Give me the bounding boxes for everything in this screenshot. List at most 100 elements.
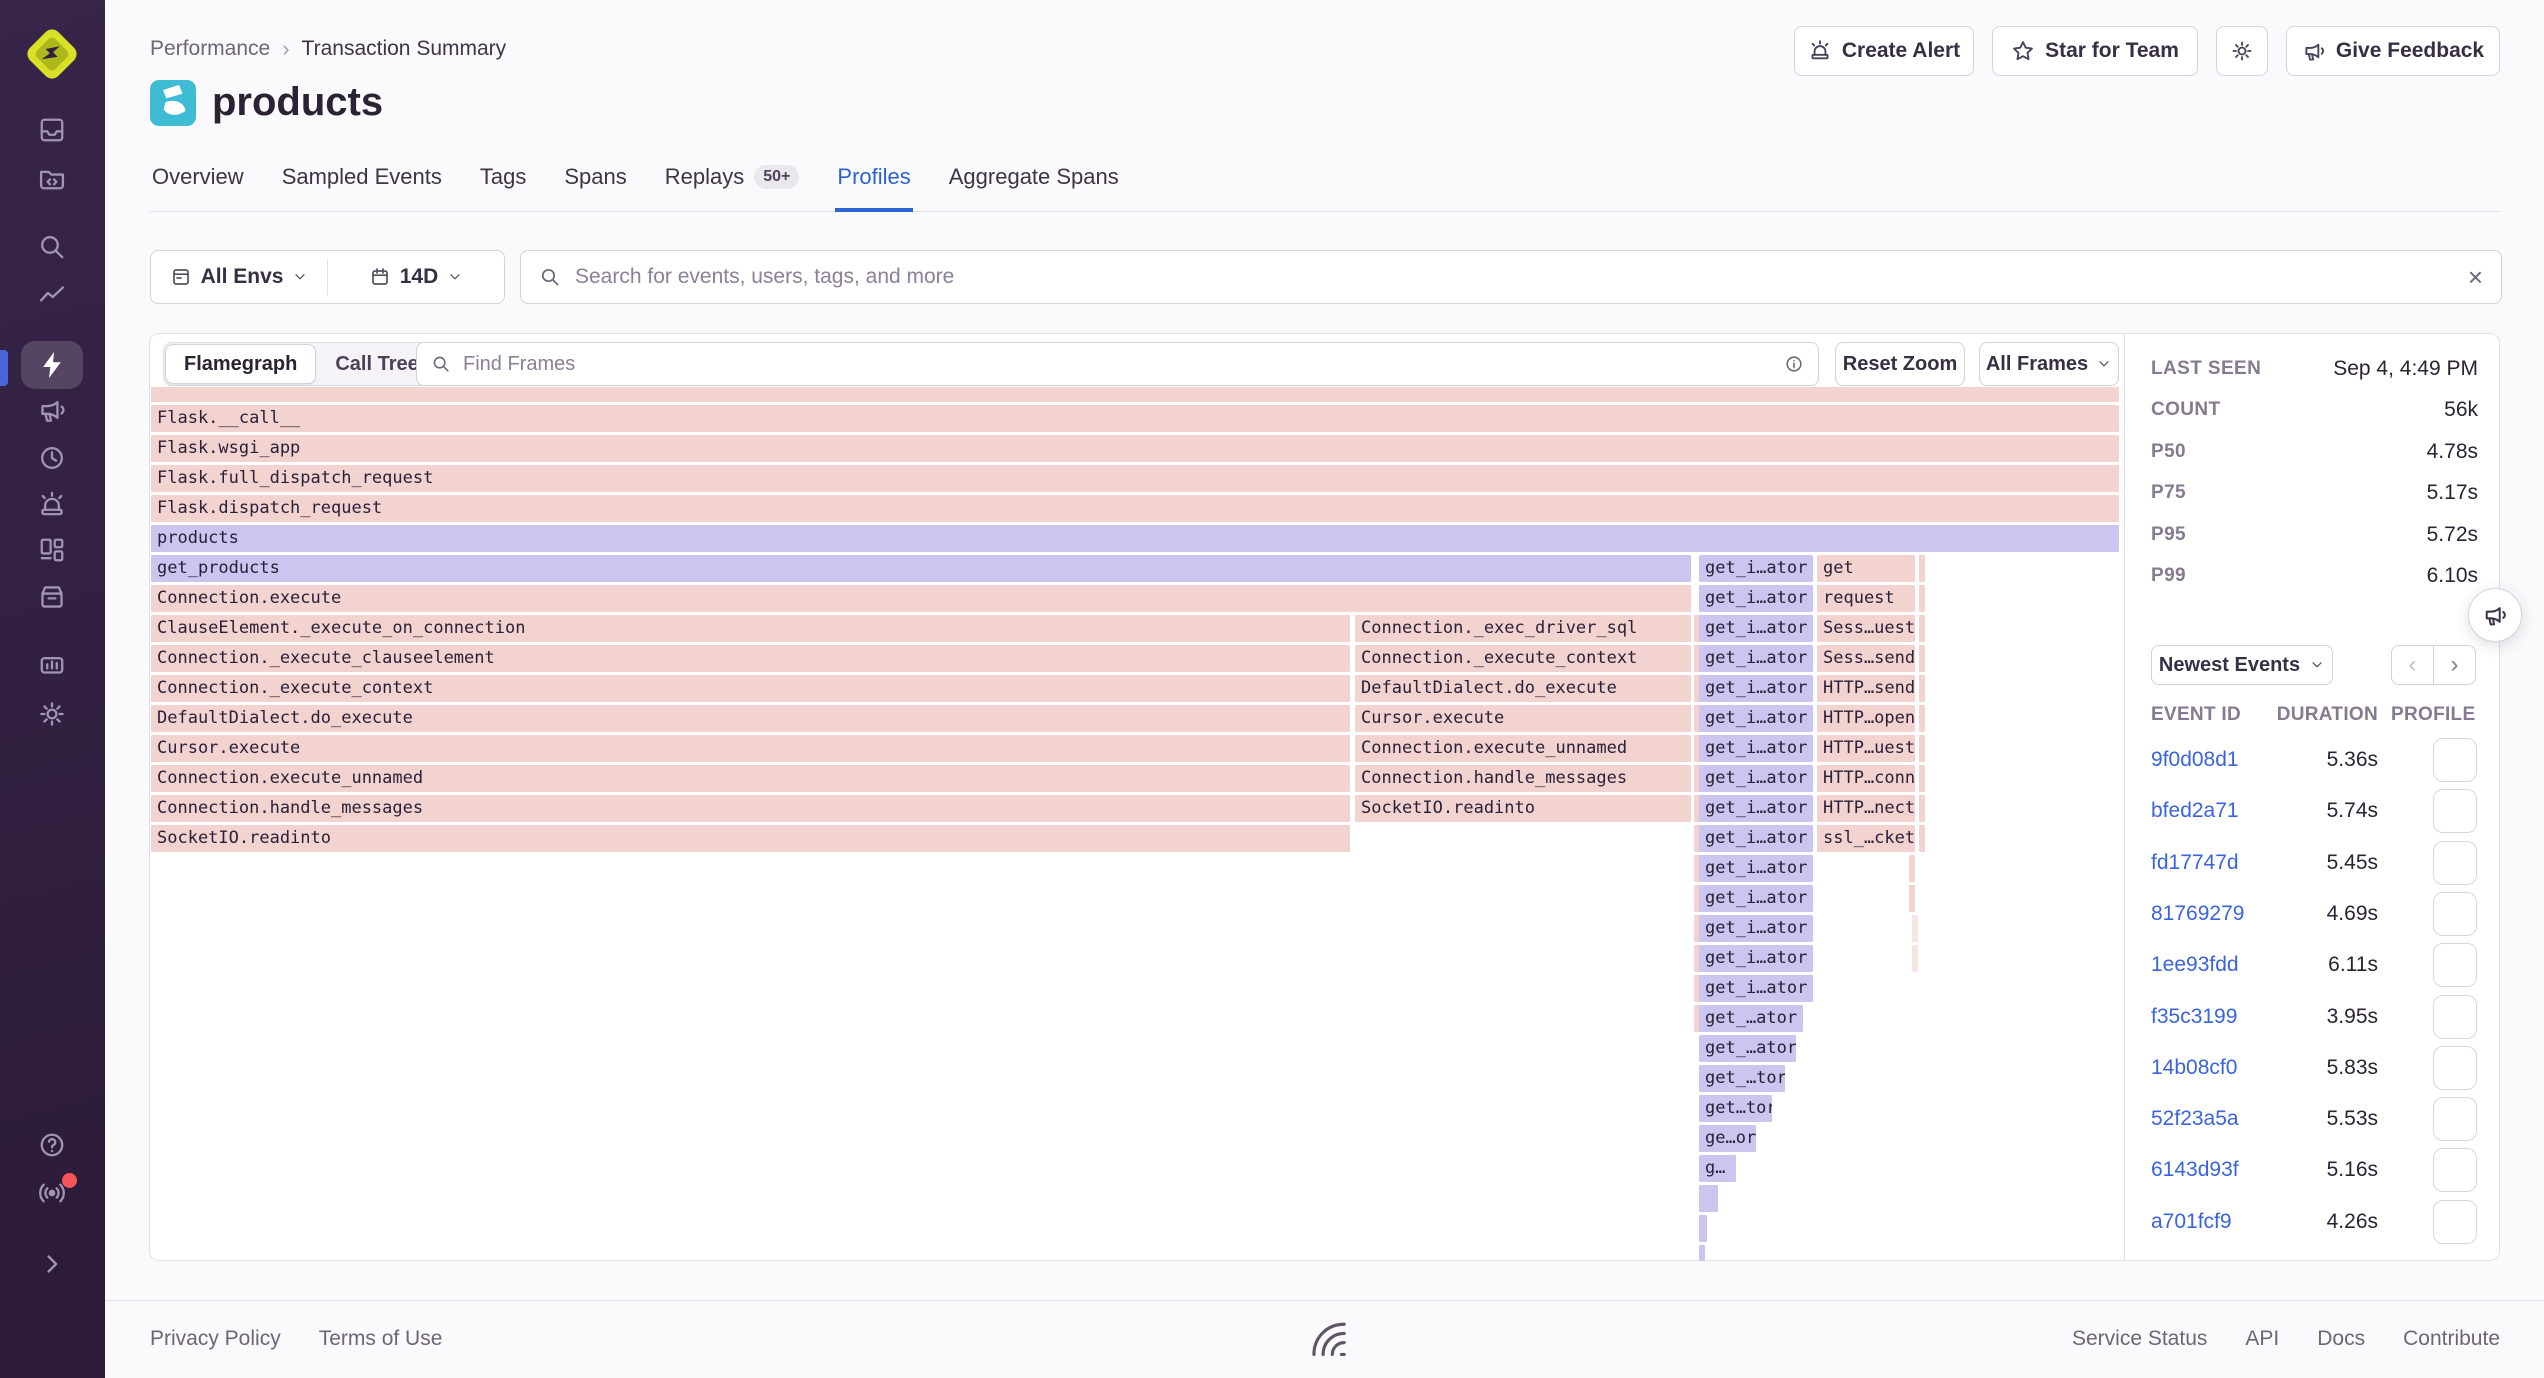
flame-frame[interactable]: Sess…uest — [1817, 615, 1915, 642]
flame-frame[interactable]: get — [1817, 555, 1915, 582]
open-profile-button[interactable] — [2433, 1148, 2477, 1192]
flame-frame[interactable]: get_i…ator — [1699, 855, 1813, 882]
event-id-link[interactable]: bfed2a71 — [2151, 799, 2239, 823]
flame-frame[interactable] — [1919, 555, 1925, 582]
flame-frame[interactable]: Connection.execute_unnamed — [1355, 735, 1691, 762]
flame-frame[interactable]: get_i…ator — [1699, 795, 1813, 822]
flame-frame[interactable]: get_…ator — [1699, 1005, 1803, 1032]
all-frames-dropdown[interactable]: All Frames — [1979, 342, 2119, 386]
flamegraph[interactable]: Flask.__call__ Flask.wsgi_app Flask.full_d… — [151, 387, 2124, 1261]
event-id-link[interactable]: 52f23a5a — [2151, 1107, 2239, 1131]
tab-overview[interactable]: Overview — [150, 160, 246, 212]
tab-replays[interactable]: Replays50+ — [663, 160, 802, 212]
flame-frame[interactable]: get_products — [151, 555, 1691, 582]
tab-profiles[interactable]: Profiles — [835, 160, 912, 212]
event-id-link[interactable]: 14b08cf0 — [2151, 1056, 2237, 1080]
flame-frame[interactable] — [1919, 675, 1925, 702]
footer-link-terms-of-use[interactable]: Terms of Use — [319, 1327, 443, 1351]
open-profile-button[interactable] — [2433, 841, 2477, 885]
flame-frame[interactable]: Cursor.execute — [151, 735, 1350, 762]
flame-frame[interactable]: get_i…ator — [1699, 735, 1813, 762]
date-range-selector[interactable]: 14D — [328, 251, 504, 303]
flame-frame[interactable]: Connection._execute_context — [1355, 645, 1691, 672]
flame-frame[interactable]: HTTP…open — [1817, 705, 1915, 732]
flame-frame[interactable] — [1919, 795, 1925, 822]
sentry-logo-icon[interactable] — [24, 26, 80, 82]
flame-frame[interactable]: Sess…send — [1817, 645, 1915, 672]
sidebar-item-chevron-right[interactable] — [21, 1240, 83, 1288]
sidebar-item-folder-code[interactable] — [21, 154, 83, 202]
sidebar-item-bar-chart[interactable] — [21, 641, 83, 689]
flame-frame[interactable] — [1919, 585, 1925, 612]
flame-frame[interactable]: get_i…ator — [1699, 615, 1813, 642]
flame-frame[interactable]: request — [1817, 585, 1915, 612]
tab-aggregate-spans[interactable]: Aggregate Spans — [947, 160, 1121, 212]
flame-frame[interactable]: SocketIO.readinto — [1355, 795, 1691, 822]
flame-frame[interactable]: Connection.handle_messages — [151, 795, 1350, 822]
event-id-link[interactable]: 1ee93fdd — [2151, 953, 2239, 977]
clear-search-icon[interactable]: × — [2468, 264, 2483, 290]
sidebar-item-layout[interactable] — [21, 526, 83, 574]
open-profile-button[interactable] — [2433, 943, 2477, 987]
flame-frame[interactable]: SocketIO.readinto — [151, 825, 1350, 852]
sidebar-item-lightning[interactable] — [21, 341, 83, 389]
flame-frame[interactable]: get_i…ator — [1699, 555, 1813, 582]
tab-spans[interactable]: Spans — [562, 160, 628, 212]
sidebar-item-megaphone[interactable] — [21, 386, 83, 434]
flame-frame[interactable]: g… — [1699, 1155, 1736, 1182]
footer-link-service-status[interactable]: Service Status — [2072, 1327, 2207, 1351]
flame-frame[interactable]: Flask.wsgi_app — [151, 435, 2119, 462]
flame-frame[interactable] — [1919, 705, 1925, 732]
flame-frame[interactable]: products — [151, 525, 2119, 552]
sidebar-item-help[interactable] — [21, 1121, 83, 1169]
info-icon[interactable] — [1784, 354, 1804, 374]
flame-frame[interactable]: HTTP…uest — [1817, 735, 1915, 762]
flame-frame[interactable]: get_i…ator — [1699, 645, 1813, 672]
settings-button[interactable] — [2216, 26, 2268, 76]
flame-frame[interactable]: Flask.full_dispatch_request — [151, 465, 2119, 492]
event-id-link[interactable]: a701fcf9 — [2151, 1210, 2232, 1234]
event-id-link[interactable]: 81769279 — [2151, 902, 2244, 926]
give-feedback-button[interactable]: Give Feedback — [2286, 26, 2500, 76]
footer-link-contribute[interactable]: Contribute — [2403, 1327, 2500, 1351]
open-profile-button[interactable] — [2433, 1097, 2477, 1141]
sidebar-item-inbox[interactable] — [21, 106, 83, 154]
flame-frame[interactable] — [1919, 765, 1925, 792]
event-id-link[interactable]: fd17747d — [2151, 851, 2239, 875]
flame-frame[interactable]: get_i…ator — [1699, 675, 1813, 702]
flame-frame[interactable]: HTTP…send — [1817, 675, 1915, 702]
flame-frame[interactable]: get_i…ator — [1699, 765, 1813, 792]
flame-frame[interactable]: get_i…ator — [1699, 585, 1813, 612]
flame-frame[interactable]: DefaultDialect.do_execute — [1355, 675, 1691, 702]
flame-frame[interactable]: Flask.__call__ — [151, 405, 2119, 432]
previous-page-button[interactable]: ‹ — [2391, 645, 2434, 685]
event-id-link[interactable]: 6143d93f — [2151, 1158, 2239, 1182]
flame-frame[interactable]: get_i…ator — [1699, 945, 1813, 972]
flame-frame[interactable]: ClauseElement._execute_on_connection — [151, 615, 1350, 642]
flame-frame[interactable]: get_…tor — [1699, 1065, 1785, 1092]
event-id-link[interactable]: f35c3199 — [2151, 1005, 2237, 1029]
flame-frame[interactable]: get_i…ator — [1699, 885, 1813, 912]
sidebar-item-chart[interactable] — [21, 271, 83, 319]
flame-frame[interactable] — [1919, 825, 1925, 852]
flame-frame[interactable]: DefaultDialect.do_execute — [151, 705, 1350, 732]
sidebar-item-gear[interactable] — [21, 690, 83, 738]
flame-frame[interactable] — [1919, 645, 1925, 672]
open-profile-button[interactable] — [2433, 1046, 2477, 1090]
flame-frame[interactable]: Cursor.execute — [1355, 705, 1691, 732]
flame-frame[interactable]: Connection.execute — [151, 585, 1691, 612]
flame-frame[interactable]: Connection.handle_messages — [1355, 765, 1691, 792]
event-id-link[interactable]: 9f0d08d1 — [2151, 748, 2239, 772]
sidebar-item-siren[interactable] — [21, 481, 83, 529]
open-profile-button[interactable] — [2433, 1200, 2477, 1244]
open-profile-button[interactable] — [2433, 738, 2477, 782]
sidebar-item-clock[interactable] — [21, 434, 83, 482]
footer-link-privacy-policy[interactable]: Privacy Policy — [150, 1327, 281, 1351]
flame-frame[interactable] — [1699, 1245, 1705, 1261]
flame-frame[interactable]: ge…or — [1699, 1125, 1756, 1152]
floating-feedback-button[interactable] — [2468, 588, 2522, 642]
tab-tags[interactable]: Tags — [478, 160, 528, 212]
open-profile-button[interactable] — [2433, 789, 2477, 833]
sidebar-item-broadcast[interactable] — [21, 1169, 83, 1217]
open-profile-button[interactable] — [2433, 892, 2477, 936]
